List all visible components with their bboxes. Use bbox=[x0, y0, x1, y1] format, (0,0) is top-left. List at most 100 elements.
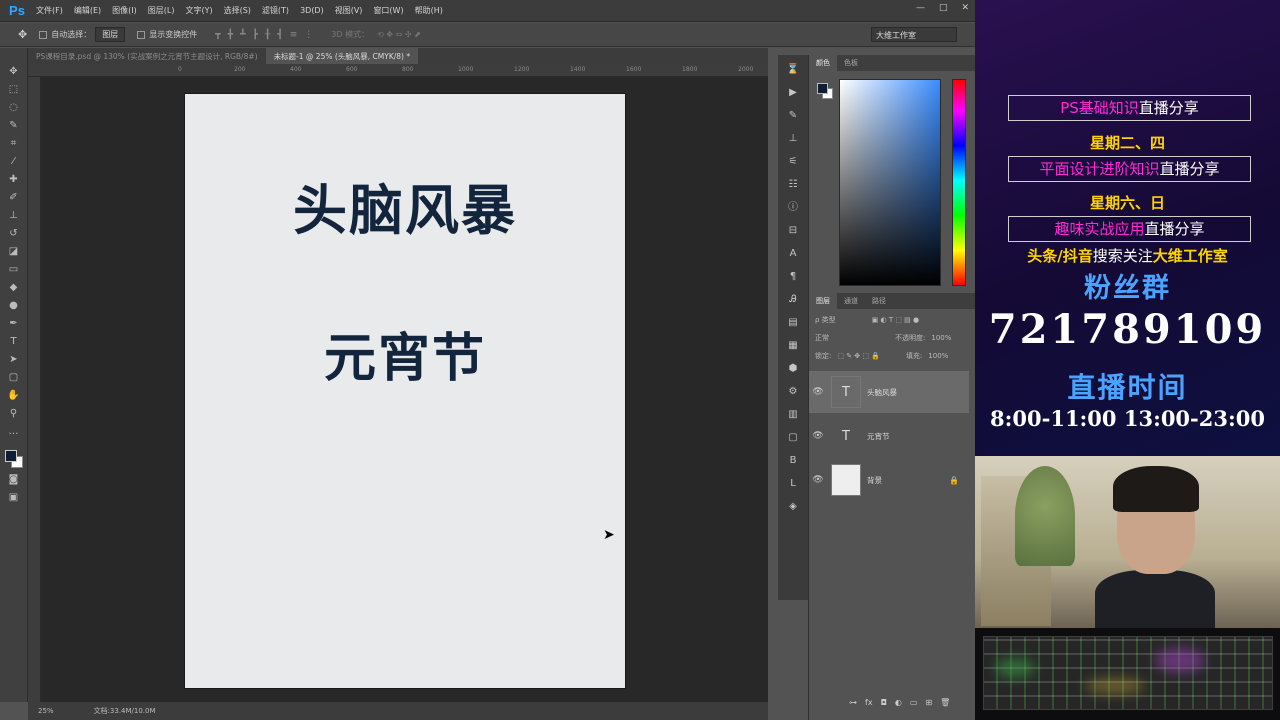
actions-icon[interactable]: ▶ bbox=[786, 86, 800, 100]
layer-row[interactable]: 👁 背景 🔒 bbox=[809, 459, 969, 501]
align-right-icon[interactable]: ┫ bbox=[277, 30, 282, 40]
glyphs-icon[interactable]: Ꭿ bbox=[786, 293, 800, 307]
adjustments-icon[interactable]: ⚟ bbox=[786, 155, 800, 169]
info-icon[interactable]: ⓘ bbox=[786, 201, 800, 215]
libraries-icon[interactable]: ⊟ bbox=[786, 224, 800, 238]
lock-icon[interactable]: 🔒 bbox=[949, 476, 959, 485]
color-swatches[interactable] bbox=[4, 450, 23, 468]
opacity-value[interactable]: 100% bbox=[931, 334, 951, 342]
headline-text-layer[interactable]: 头脑风暴 bbox=[185, 166, 625, 245]
maximize-icon[interactable]: □ bbox=[939, 3, 948, 13]
fx-icon[interactable]: fx bbox=[865, 698, 873, 707]
healing-icon[interactable]: ✚ bbox=[6, 174, 22, 186]
menu-filter[interactable]: 滤镜(T) bbox=[262, 5, 289, 16]
layers-icon[interactable]: ◈ bbox=[786, 500, 800, 514]
more-tools-icon[interactable]: … bbox=[6, 426, 22, 438]
path-select-icon[interactable]: ➤ bbox=[6, 354, 22, 366]
shape-icon[interactable]: ▢ bbox=[6, 372, 22, 384]
align-vcenter-icon[interactable]: ╋ bbox=[228, 30, 233, 40]
align-hcenter-icon[interactable]: ╂ bbox=[265, 30, 270, 40]
stamp-icon[interactable]: ⊥ bbox=[6, 210, 22, 222]
3d-icon[interactable]: ⬢ bbox=[786, 362, 800, 376]
lasso-icon[interactable]: ◌ bbox=[6, 102, 22, 114]
tab-untitled-1[interactable]: 未标题-1 @ 25% (头脑风暴, CMYK/8) * bbox=[265, 48, 419, 64]
history-icon[interactable]: ⌛ bbox=[786, 63, 800, 77]
menu-file[interactable]: 文件(F) bbox=[36, 5, 63, 16]
crop-icon[interactable]: ⌗ bbox=[6, 138, 22, 150]
group-icon[interactable]: ▭ bbox=[910, 698, 918, 707]
menu-edit[interactable]: 编辑(E) bbox=[74, 5, 101, 16]
panel-foreground-color[interactable] bbox=[817, 83, 828, 94]
canvas-area[interactable]: 头脑风暴 元宵节 ➤ bbox=[41, 77, 768, 702]
blend-mode-dropdown[interactable]: 正常 bbox=[815, 333, 829, 343]
gradient-icon[interactable]: ▭ bbox=[6, 264, 22, 276]
adjustment-layer-icon[interactable]: ◐ bbox=[895, 698, 902, 707]
eraser-icon[interactable]: ◪ bbox=[6, 246, 22, 258]
visibility-eye-icon[interactable]: 👁 bbox=[809, 475, 827, 485]
menu-image[interactable]: 图像(I) bbox=[112, 5, 137, 16]
menu-window[interactable]: 窗口(W) bbox=[373, 5, 403, 16]
styles-icon[interactable]: ▤ bbox=[786, 316, 800, 330]
paths-icon[interactable]: L bbox=[786, 477, 800, 491]
pen-icon[interactable]: ✒ bbox=[6, 318, 22, 330]
layer-comps-icon[interactable]: ▢ bbox=[786, 431, 800, 445]
quick-select-icon[interactable]: ✎ bbox=[6, 120, 22, 132]
menu-type[interactable]: 文字(Y) bbox=[185, 5, 212, 16]
distribute-icon[interactable]: ≡ bbox=[290, 30, 298, 40]
auto-select-checkbox[interactable] bbox=[39, 30, 48, 39]
menu-layer[interactable]: 图层(L) bbox=[148, 5, 175, 16]
menu-help[interactable]: 帮助(H) bbox=[415, 5, 443, 16]
blur-icon[interactable]: ◆ bbox=[6, 282, 22, 294]
hand-icon[interactable]: ✋ bbox=[6, 390, 22, 402]
brush-presets-icon[interactable]: ✎ bbox=[786, 109, 800, 123]
mask-icon[interactable]: ◘ bbox=[881, 698, 887, 707]
document-canvas[interactable]: 头脑风暴 元宵节 bbox=[185, 94, 625, 688]
menu-view[interactable]: 视图(V) bbox=[335, 5, 363, 16]
quick-mask-icon[interactable]: ◙ bbox=[6, 474, 22, 486]
zoom-icon[interactable]: ⚲ bbox=[6, 408, 22, 420]
eyedropper-icon[interactable]: ⁄ bbox=[6, 156, 22, 168]
tool-presets-icon[interactable]: ▥ bbox=[786, 408, 800, 422]
fill-value[interactable]: 100% bbox=[928, 352, 948, 360]
move-tool-icon[interactable]: ✥ bbox=[18, 28, 27, 41]
notes-icon[interactable]: ▦ bbox=[786, 339, 800, 353]
layer-row[interactable]: 👁 T 元宵节 bbox=[809, 415, 969, 457]
workspace-dropdown[interactable]: 大维工作室 bbox=[871, 27, 957, 42]
trash-icon[interactable]: 🗑 bbox=[940, 698, 950, 707]
timeline-icon[interactable]: ⚙ bbox=[786, 385, 800, 399]
minimize-icon[interactable]: — bbox=[916, 3, 925, 13]
marquee-icon[interactable]: ⬚ bbox=[6, 84, 22, 96]
move-icon[interactable]: ✥ bbox=[6, 66, 22, 78]
layer-filter-dropdown[interactable]: ρ 类型 bbox=[815, 315, 836, 325]
layer-row[interactable]: 👁 T 头脑风暴 bbox=[809, 371, 969, 413]
brush-icon[interactable]: ✐ bbox=[6, 192, 22, 204]
measurement-icon[interactable]: B bbox=[786, 454, 800, 468]
properties-icon[interactable]: ☷ bbox=[786, 178, 800, 192]
tab-paths[interactable]: 路径 bbox=[865, 293, 893, 309]
paragraph-icon[interactable]: ¶ bbox=[786, 270, 800, 284]
link-icon[interactable]: ⊶ bbox=[849, 698, 857, 707]
visibility-eye-icon[interactable]: 👁 bbox=[809, 387, 827, 397]
hue-slider[interactable] bbox=[952, 79, 966, 286]
distribute-h-icon[interactable]: ⋮ bbox=[304, 30, 313, 40]
dodge-icon[interactable]: ● bbox=[6, 300, 22, 312]
new-layer-icon[interactable]: ⊞ bbox=[925, 698, 932, 707]
tab-channels[interactable]: 通道 bbox=[837, 293, 865, 309]
subtitle-text-layer[interactable]: 元宵节 bbox=[185, 316, 625, 391]
auto-select-dropdown[interactable]: 图层 bbox=[95, 27, 126, 42]
align-left-icon[interactable]: ┣ bbox=[252, 30, 257, 40]
type-icon[interactable]: T bbox=[6, 336, 22, 348]
close-icon[interactable]: ✕ bbox=[961, 3, 969, 13]
history-brush-icon[interactable]: ↺ bbox=[6, 228, 22, 240]
clone-source-icon[interactable]: ⊥ bbox=[786, 132, 800, 146]
tab-color[interactable]: 颜色 bbox=[809, 55, 837, 71]
visibility-eye-icon[interactable]: 👁 bbox=[809, 431, 827, 441]
tab-swatches[interactable]: 色板 bbox=[837, 55, 865, 71]
tab-ps-course[interactable]: PS课程目录.psd @ 130% (实战案例之元宵节主题设计, RGB/8#) bbox=[28, 48, 266, 64]
screen-mode-icon[interactable]: ▣ bbox=[6, 492, 22, 504]
tab-layers[interactable]: 图层 bbox=[809, 293, 837, 309]
zoom-level[interactable]: 25% bbox=[38, 707, 54, 715]
color-field[interactable] bbox=[839, 79, 941, 286]
lock-icons[interactable]: ⬚ ✎ ✥ ⬚ 🔒 bbox=[837, 352, 880, 360]
align-top-icon[interactable]: ┳ bbox=[215, 30, 220, 40]
